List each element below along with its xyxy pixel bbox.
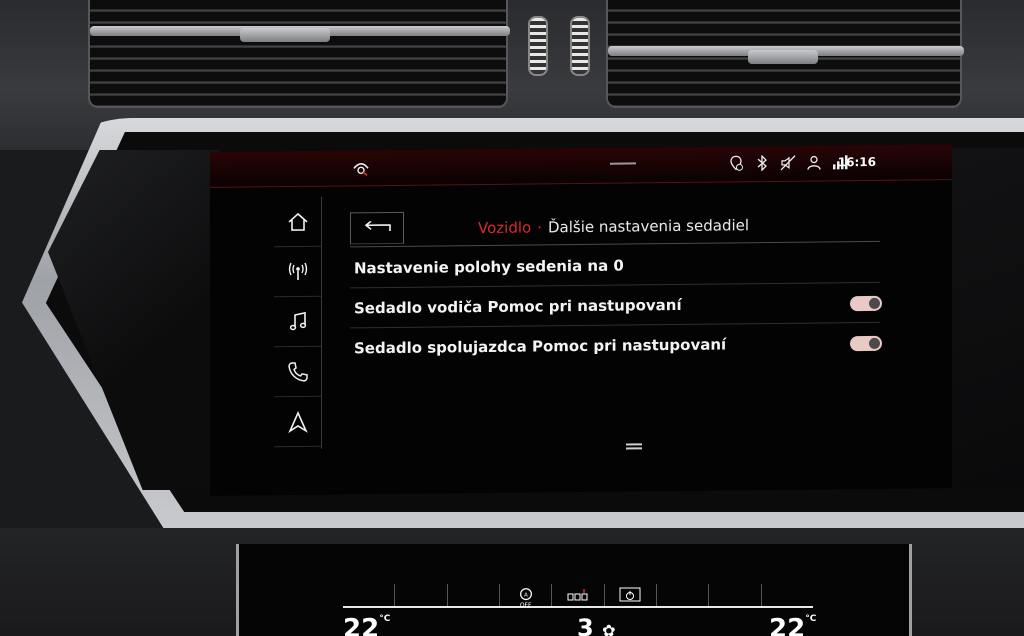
power-icon	[619, 587, 641, 602]
status-bar: 16:16	[210, 144, 952, 188]
breadcrumb-parent[interactable]: Vozidlo	[478, 219, 531, 238]
auto-start-stop-button[interactable]: A OFF	[500, 584, 553, 609]
vent-roller-right[interactable]	[570, 16, 590, 76]
nav-media[interactable]	[274, 296, 321, 348]
list-item-label: Nastavenie polohy sedenia na 0	[354, 256, 624, 277]
power-button[interactable]	[605, 584, 657, 606]
user-profile-icon	[806, 154, 822, 170]
climate-slot[interactable]	[657, 584, 710, 606]
air-vent-left	[88, 0, 510, 108]
list-item-reset-seat-position[interactable]: Nastavenie polohy sedenia na 0	[350, 242, 880, 289]
vent-roller-left[interactable]	[528, 16, 548, 76]
right-temperature[interactable]: 22°C	[769, 614, 816, 636]
climate-slot[interactable]	[762, 584, 813, 606]
status-bar-handle[interactable]	[610, 162, 636, 165]
car-service-icon[interactable]	[352, 160, 370, 176]
climate-slot[interactable]	[343, 584, 396, 606]
clock: 16:16	[837, 154, 876, 170]
left-navigation	[274, 196, 322, 450]
home-icon	[287, 212, 308, 231]
nav-radio[interactable]	[274, 246, 321, 298]
climate-screen: A OFF 22°C 3 ✿ 22°C	[236, 544, 912, 636]
climate-controls-bar: A OFF	[343, 584, 813, 609]
page-title: Ďalšie nastavenia sedadiel	[547, 216, 750, 237]
list-item-label: Sedadlo spolujazdca Pomoc pri nastupovan…	[354, 335, 727, 358]
vent-slider[interactable]	[240, 28, 330, 42]
list-item-driver-seat-entry-assist[interactable]: Sedadlo vodiča Pomoc pri nastupovaní	[350, 282, 882, 329]
air-vent-right	[606, 0, 964, 108]
list-item-passenger-seat-entry-assist[interactable]: Sedadlo spolujazdca Pomoc pri nastupovan…	[350, 323, 882, 369]
list-item-label: Sedadlo vodiča Pomoc pri nastupovaní	[354, 295, 682, 317]
temperature-unit: °C	[805, 614, 817, 624]
back-arrow-icon	[364, 220, 391, 232]
seat-heating-button[interactable]	[552, 584, 605, 606]
radio-icon	[288, 262, 307, 280]
mmi-screen: 16:16 Vozidlo · Ďalšie nastavenia sedadiel…	[210, 144, 952, 496]
driver-entry-assist-toggle[interactable]	[850, 295, 882, 312]
location-alert-icon	[728, 155, 744, 171]
status-icons	[728, 154, 848, 172]
fan-icon: ✿	[602, 621, 616, 636]
nav-home[interactable]	[274, 196, 321, 248]
nav-navigation[interactable]	[274, 396, 321, 448]
navigation-icon	[287, 410, 308, 433]
climate-slot[interactable]	[395, 584, 448, 606]
climate-slot[interactable]	[448, 584, 500, 606]
left-temperature-value: 22	[343, 614, 380, 636]
fan-level[interactable]: 3 ✿	[577, 614, 615, 636]
passenger-entry-assist-toggle[interactable]	[850, 335, 882, 352]
auto-off-label: OFF	[519, 601, 532, 609]
scroll-indicator[interactable]	[626, 447, 642, 450]
seat-heating-icon	[567, 589, 588, 601]
breadcrumb: Vozidlo · Ďalšie nastavenia sedadiel	[478, 216, 749, 237]
nav-phone[interactable]	[274, 346, 321, 398]
vent-slider[interactable]	[748, 50, 818, 64]
phone-icon	[287, 361, 308, 382]
right-temperature-value: 22	[769, 614, 806, 636]
climate-slot[interactable]	[709, 584, 762, 606]
left-temperature[interactable]: 22°C	[343, 614, 390, 636]
fan-level-value: 3	[577, 614, 594, 636]
back-button[interactable]	[350, 211, 404, 245]
temperature-unit: °C	[379, 614, 391, 624]
settings-list: Nastavenie polohy sedenia na 0 Sedadlo v…	[350, 242, 882, 369]
bluetooth-icon	[754, 155, 770, 172]
svg-text:A: A	[524, 592, 528, 598]
breadcrumb-separator: ·	[537, 218, 542, 237]
music-icon	[289, 311, 306, 330]
mute-icon	[780, 155, 796, 171]
